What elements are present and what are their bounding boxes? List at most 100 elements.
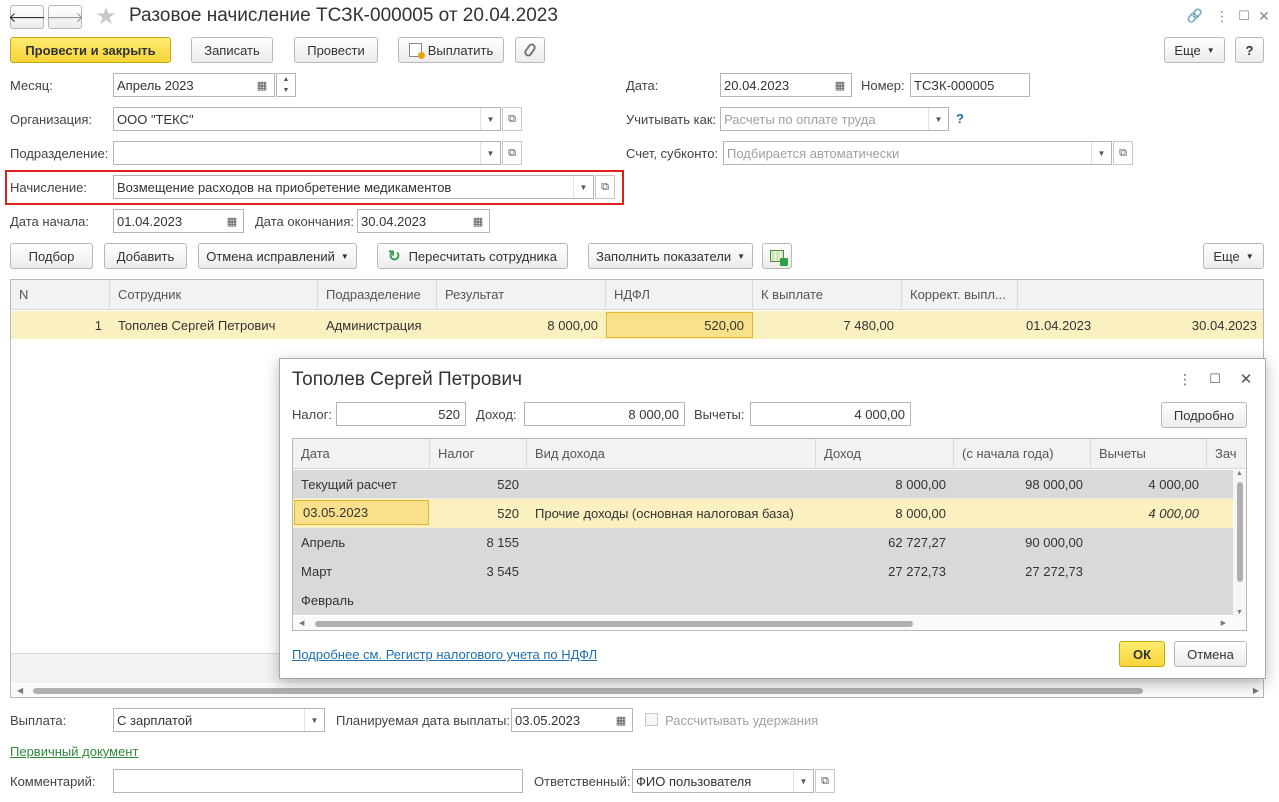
number-field[interactable]: ТСЗК-000005 bbox=[910, 73, 1030, 97]
dialog-more-icon[interactable]: ⋮ bbox=[1176, 369, 1194, 389]
scrollbar-thumb[interactable] bbox=[315, 621, 913, 627]
calc-deductions-checkbox[interactable] bbox=[645, 713, 658, 726]
add-button[interactable]: Добавить bbox=[104, 243, 187, 269]
calendar-icon[interactable]: ▦ bbox=[252, 74, 272, 96]
calendar-icon[interactable]: ▦ bbox=[611, 709, 631, 731]
column-header-period[interactable] bbox=[1018, 280, 1263, 310]
responsible-field[interactable]: ФИО пользователя ▼ bbox=[632, 769, 814, 793]
close-icon[interactable]: ✕ bbox=[1254, 6, 1274, 26]
scrollbar-thumb[interactable] bbox=[33, 688, 1143, 694]
account-as-help-icon[interactable]: ? bbox=[956, 111, 964, 126]
column-header-n[interactable]: N bbox=[11, 280, 110, 310]
table-row[interactable]: Март 3 545 27 272,73 27 272,73 bbox=[293, 557, 1233, 586]
link-icon[interactable]: 🔗 bbox=[1185, 6, 1205, 26]
accrual-field[interactable]: Возмещение расходов на приобретение меди… bbox=[113, 175, 594, 199]
column-header-tax[interactable]: Налог bbox=[430, 439, 527, 469]
responsible-open-icon[interactable]: ⧉ bbox=[815, 769, 835, 793]
column-header-department[interactable]: Подразделение bbox=[318, 280, 437, 310]
pay-button[interactable]: Выплатить bbox=[398, 37, 504, 63]
column-header-deductions[interactable]: Вычеты bbox=[1091, 439, 1207, 469]
scroll-up-icon[interactable]: ▲ bbox=[1236, 470, 1243, 477]
table-row[interactable]: 1 Тополев Сергей Петрович Администрация … bbox=[11, 311, 1263, 339]
planned-date-field[interactable]: 03.05.2023 ▦ bbox=[511, 708, 633, 732]
column-header-to-pay[interactable]: К выплате bbox=[753, 280, 902, 310]
post-and-close-button[interactable]: Провести и закрыть bbox=[10, 37, 171, 63]
vertical-scrollbar[interactable]: ▲ ▼ bbox=[1233, 470, 1246, 616]
details-button[interactable]: Подробно bbox=[1161, 402, 1247, 428]
dialog-income-field[interactable]: 8 000,00 bbox=[524, 402, 685, 426]
primary-document-link[interactable]: Первичный документ bbox=[10, 744, 138, 759]
scroll-right-icon[interactable]: ▶ bbox=[1253, 686, 1259, 695]
accrual-open-icon[interactable]: ⧉ bbox=[595, 175, 615, 199]
payment-field[interactable]: С зарплатой ▼ bbox=[113, 708, 325, 732]
department-open-icon[interactable]: ⧉ bbox=[502, 141, 522, 165]
column-header-income[interactable]: Доход bbox=[816, 439, 954, 469]
department-dropdown-icon[interactable]: ▼ bbox=[480, 142, 500, 164]
date-field[interactable]: 20.04.2023 ▦ bbox=[720, 73, 852, 97]
account-open-icon[interactable]: ⧉ bbox=[1113, 141, 1133, 165]
scroll-left-icon[interactable]: ◀ bbox=[299, 619, 304, 627]
table-row[interactable]: Текущий расчет 520 8 000,00 98 000,00 4 … bbox=[293, 470, 1233, 499]
organization-dropdown-icon[interactable]: ▼ bbox=[480, 108, 500, 130]
save-button[interactable]: Записать bbox=[191, 37, 273, 63]
help-button[interactable]: ? bbox=[1235, 37, 1264, 63]
column-header-ytd[interactable]: (с начала года) bbox=[954, 439, 1091, 469]
recalc-employee-button[interactable]: ↻ Пересчитать сотрудника bbox=[377, 243, 568, 269]
table-row[interactable]: 03.05.2023 520 Прочие доходы (основная н… bbox=[293, 499, 1233, 528]
month-stepper[interactable]: ▲ ▼ bbox=[276, 73, 296, 97]
column-header-ndfl[interactable]: НДФЛ bbox=[606, 280, 753, 310]
pick-button[interactable]: Подбор bbox=[10, 243, 93, 269]
cell-date[interactable]: 03.05.2023 bbox=[294, 500, 429, 525]
dialog-close-icon[interactable]: ✕ bbox=[1236, 369, 1256, 389]
column-header-correction[interactable]: Коррект. выпл... bbox=[902, 280, 1018, 310]
account-field[interactable]: Подбирается автоматически ▼ bbox=[723, 141, 1112, 165]
maximize-icon[interactable]: ☐ bbox=[1234, 6, 1254, 26]
row-ndfl[interactable]: 520,00 bbox=[606, 312, 753, 338]
organization-open-icon[interactable]: ⧉ bbox=[502, 107, 522, 131]
table-row[interactable]: Февраль bbox=[293, 586, 1233, 615]
table-settings-button[interactable] bbox=[762, 243, 792, 269]
dialog-maximize-icon[interactable]: ☐ bbox=[1206, 369, 1224, 389]
scroll-right-icon[interactable]: ▶ bbox=[1221, 619, 1226, 627]
favorite-star-icon[interactable]: ★ bbox=[92, 2, 120, 30]
calendar-icon[interactable]: ▦ bbox=[222, 210, 242, 232]
column-header-income-type[interactable]: Вид дохода bbox=[527, 439, 816, 469]
attach-button[interactable] bbox=[515, 37, 545, 63]
column-header-offset[interactable]: Зач bbox=[1207, 439, 1246, 469]
payment-dropdown-icon[interactable]: ▼ bbox=[304, 709, 324, 731]
cancel-button[interactable]: Отмена bbox=[1174, 641, 1247, 667]
more-button[interactable]: Еще ▼ bbox=[1164, 37, 1225, 63]
fill-indicators-button[interactable]: Заполнить показатели ▼ bbox=[588, 243, 753, 269]
organization-field[interactable]: ООО "ТЕКС" ▼ bbox=[113, 107, 501, 131]
ok-button[interactable]: ОК bbox=[1119, 641, 1165, 667]
scroll-left-icon[interactable]: ◀ bbox=[17, 686, 23, 695]
undo-corrections-button[interactable]: Отмена исправлений ▼ bbox=[198, 243, 357, 269]
dialog-tax-field[interactable]: 520 bbox=[336, 402, 466, 426]
horizontal-scrollbar[interactable]: ◀ ▶ bbox=[293, 616, 1246, 630]
comment-field[interactable] bbox=[113, 769, 523, 793]
forward-button[interactable]: 🡒 bbox=[46, 5, 84, 29]
post-button[interactable]: Провести bbox=[294, 37, 378, 63]
table-row[interactable]: Апрель 8 155 62 727,27 90 000,00 bbox=[293, 528, 1233, 557]
end-date-field[interactable]: 30.04.2023 ▦ bbox=[357, 209, 490, 233]
account-dropdown-icon[interactable]: ▼ bbox=[1091, 142, 1111, 164]
scroll-down-icon[interactable]: ▼ bbox=[1236, 609, 1243, 616]
accrual-dropdown-icon[interactable]: ▼ bbox=[573, 176, 593, 198]
tax-register-link[interactable]: Подробнее см. Регистр налогового учета п… bbox=[292, 647, 597, 662]
horizontal-scrollbar[interactable]: ◀ ▶ bbox=[11, 684, 1263, 697]
department-field[interactable]: ▼ bbox=[113, 141, 501, 165]
month-field[interactable]: Апрель 2023 ▦ bbox=[113, 73, 275, 97]
start-date-field[interactable]: 01.04.2023 ▦ bbox=[113, 209, 244, 233]
calendar-icon[interactable]: ▦ bbox=[830, 74, 850, 96]
scrollbar-thumb[interactable] bbox=[1237, 482, 1243, 582]
account-as-dropdown-icon[interactable]: ▼ bbox=[928, 108, 948, 130]
column-header-date[interactable]: Дата bbox=[293, 439, 430, 469]
dialog-deductions-field[interactable]: 4 000,00 bbox=[750, 402, 911, 426]
responsible-dropdown-icon[interactable]: ▼ bbox=[793, 770, 813, 792]
table-more-button[interactable]: Еще ▼ bbox=[1203, 243, 1264, 269]
back-button[interactable]: 🡐 bbox=[8, 5, 46, 29]
account-as-field[interactable]: Расчеты по оплате труда ▼ bbox=[720, 107, 949, 131]
column-header-result[interactable]: Результат bbox=[437, 280, 606, 310]
column-header-employee[interactable]: Сотрудник bbox=[110, 280, 318, 310]
calendar-icon[interactable]: ▦ bbox=[468, 210, 488, 232]
